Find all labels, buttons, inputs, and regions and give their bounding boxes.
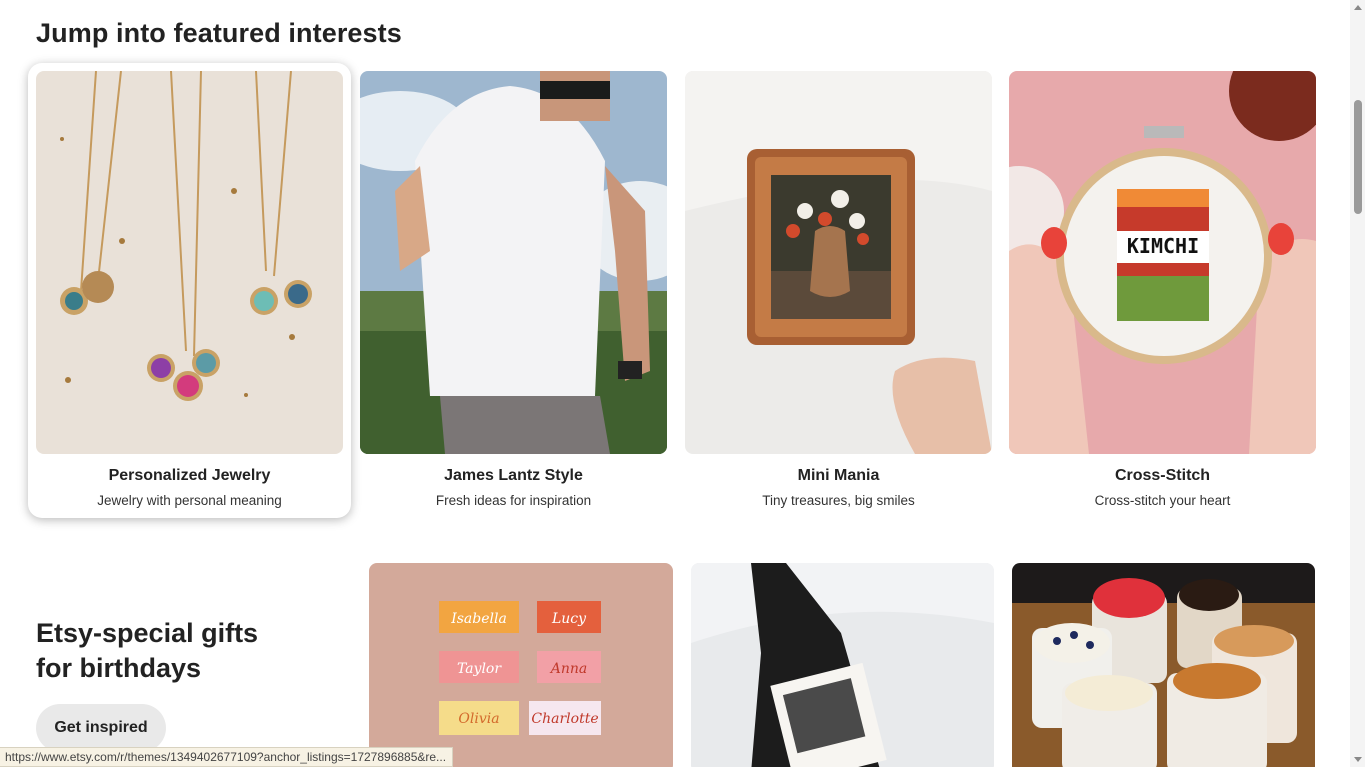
interest-card-subtitle: Cross-stitch your heart bbox=[1094, 493, 1231, 508]
interest-card-personalized-jewelry[interactable]: Personalized Jewelry Jewelry with person… bbox=[28, 63, 351, 518]
status-bar-url: https://www.etsy.com/r/themes/1349402677… bbox=[0, 747, 453, 767]
cross-stitch-image: KIMCHI bbox=[1009, 71, 1316, 454]
interest-card-subtitle: Jewelry with personal meaning bbox=[97, 493, 282, 508]
name-tag-text: Anna bbox=[549, 661, 588, 677]
interest-card-cross-stitch[interactable]: KIMCHI Cross-Stitch Cross-stitch your he… bbox=[1009, 71, 1316, 511]
cross-stitch-text: KIMCHI bbox=[1127, 234, 1199, 258]
interest-card-subtitle: Fresh ideas for inspiration bbox=[435, 493, 592, 508]
interest-card-title: Cross-Stitch bbox=[1114, 467, 1211, 484]
featured-interests-grid: Personalized Jewelry Jewelry with person… bbox=[28, 63, 1316, 521]
mini-mania-image bbox=[685, 71, 992, 454]
name-tag-text: Isabella bbox=[450, 611, 507, 627]
birthday-gifts-title-line-1: Etsy-special gifts bbox=[36, 618, 259, 648]
name-tag-text: Olivia bbox=[458, 711, 499, 727]
vertical-scrollbar[interactable] bbox=[1350, 0, 1365, 767]
name-tag-text: Taylor bbox=[457, 661, 502, 677]
scroll-up-icon[interactable] bbox=[1354, 5, 1362, 10]
scroll-down-icon[interactable] bbox=[1354, 757, 1362, 762]
name-tag-text: Lucy bbox=[551, 611, 587, 627]
scrollbar-thumb[interactable] bbox=[1354, 100, 1362, 214]
gift-image-wine-bottle[interactable] bbox=[691, 563, 994, 767]
interest-card-title: Personalized Jewelry bbox=[108, 467, 271, 484]
get-inspired-button[interactable]: Get inspired bbox=[36, 704, 166, 752]
james-lantz-style-image bbox=[360, 71, 667, 454]
personalized-jewelry-image bbox=[36, 71, 343, 454]
interest-card-james-lantz-style[interactable]: James Lantz Style Fresh ideas for inspir… bbox=[360, 71, 667, 511]
interest-card-title: Mini Mania bbox=[797, 467, 880, 484]
interest-card-subtitle: Tiny treasures, big smiles bbox=[762, 493, 915, 508]
gift-image-candles[interactable] bbox=[1012, 563, 1315, 767]
featured-interests-title: Jump into featured interests bbox=[36, 18, 402, 48]
interest-card-title: James Lantz Style bbox=[444, 467, 583, 484]
gift-image-name-tags[interactable]: Isabella Lucy Taylor Anna Olivia Charlot… bbox=[369, 563, 673, 767]
birthday-gifts-title: Etsy-special gifts for birthdays bbox=[36, 616, 336, 686]
birthday-gifts-title-line-2: for birthdays bbox=[36, 653, 202, 683]
name-tag-text: Charlotte bbox=[531, 711, 598, 727]
interest-card-mini-mania[interactable]: Mini Mania Tiny treasures, big smiles bbox=[685, 71, 992, 511]
